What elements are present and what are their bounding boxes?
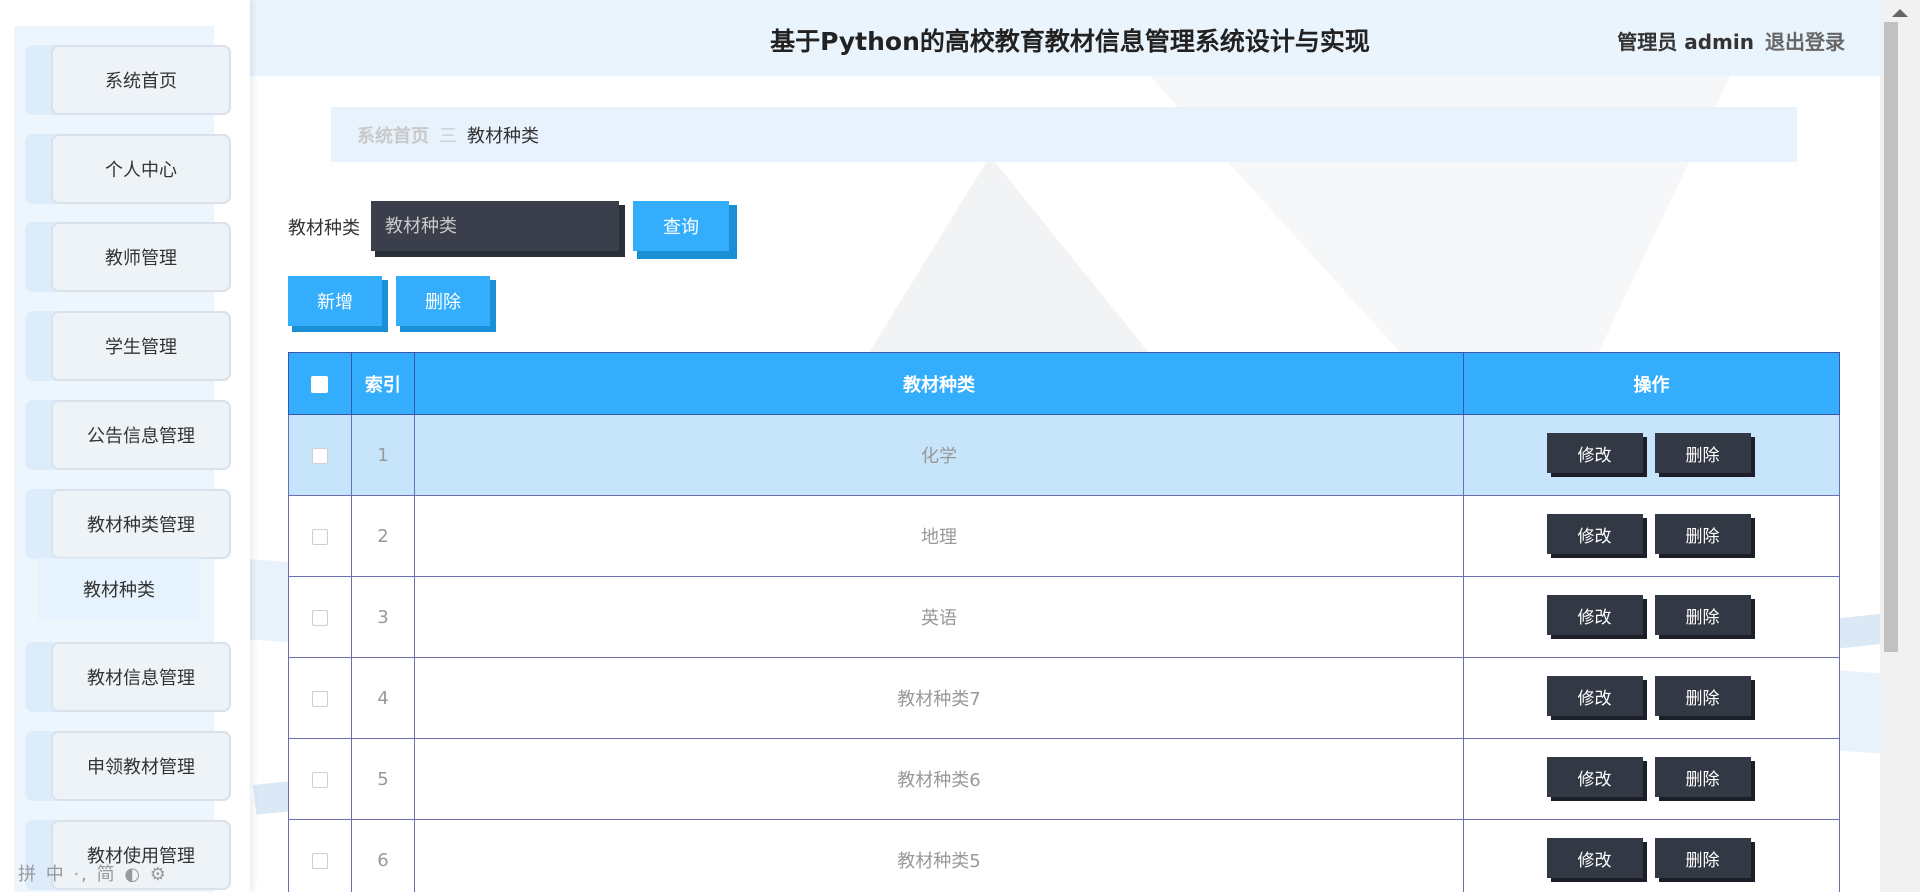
breadcrumb-home[interactable]: 系统首页	[357, 122, 429, 148]
sidebar-item-label: 公告信息管理	[51, 400, 231, 470]
page-scrollbar[interactable]	[1880, 0, 1920, 892]
sidebar-item-label: 教师管理	[51, 222, 231, 292]
row-checkbox[interactable]	[311, 852, 328, 869]
sidebar-item-label: 个人中心	[51, 134, 231, 204]
category-table: 索引 教材种类 操作 1 化学 修改 删除 2 地理 修改 删除 3 英语 修改…	[288, 352, 1840, 892]
submenu-item-textbook-category[interactable]: 教材种类	[38, 558, 200, 620]
row-name: 教材种类5	[413, 819, 1465, 892]
row-index: 4	[350, 657, 415, 739]
sidebar: 系统首页 个人中心 教师管理 学生管理 公告信息管理 教材种类管理 教材种类 教…	[0, 0, 250, 892]
row-name: 教材种类7	[413, 657, 1465, 739]
column-header-ops: 操作	[1463, 352, 1840, 415]
sidebar-item-profile[interactable]: 个人中心	[25, 134, 231, 204]
search-button[interactable]: 查询	[633, 201, 737, 259]
row-checkbox[interactable]	[311, 528, 328, 545]
column-header-index: 索引	[350, 352, 415, 415]
sidebar-item-label: 申领教材管理	[51, 731, 231, 801]
row-index: 6	[350, 819, 415, 892]
row-checkbox[interactable]	[311, 609, 328, 626]
table-header-row: 索引 教材种类 操作	[288, 352, 1840, 415]
row-name: 英语	[413, 576, 1465, 658]
search-input[interactable]	[371, 201, 619, 251]
search-input-wrapper	[371, 201, 625, 257]
select-all-cell	[288, 352, 352, 415]
sidebar-item-textbook-info[interactable]: 教材信息管理	[25, 642, 231, 712]
breadcrumb-current: 教材种类	[467, 125, 539, 147]
ime-toolbar: 拼 中 ·, 简 ◐ ⚙	[18, 864, 168, 885]
table-row[interactable]: 3 英语 修改 删除	[288, 576, 1840, 658]
scrollbar-thumb[interactable]	[1884, 22, 1898, 652]
select-all-checkbox[interactable]	[311, 375, 329, 393]
bulk-delete-button[interactable]: 删除	[396, 276, 498, 332]
row-index: 2	[350, 495, 415, 577]
scroll-up-arrow-icon[interactable]	[1880, 4, 1920, 22]
table-row[interactable]: 2 地理 修改 删除	[288, 495, 1840, 577]
column-header-name: 教材种类	[413, 352, 1465, 415]
current-user: 管理员 admin	[1617, 30, 1754, 54]
add-button-label: 新增	[288, 276, 382, 326]
search-label: 教材种类	[288, 218, 360, 239]
table-row[interactable]: 1 化学 修改 删除	[288, 414, 1840, 496]
row-checkbox[interactable]	[311, 447, 328, 464]
sidebar-item-label: 学生管理	[51, 311, 231, 381]
search-button-label: 查询	[633, 201, 729, 251]
row-index: 1	[350, 414, 415, 496]
add-button[interactable]: 新增	[288, 276, 390, 332]
header: 基于Python的高校教育教材信息管理系统设计与实现 管理员 admin 退出登…	[250, 0, 1880, 76]
table-row[interactable]: 4 教材种类7 修改 删除	[288, 657, 1840, 739]
breadcrumb-separator: 三	[439, 125, 457, 147]
breadcrumb: 系统首页 三 教材种类	[331, 107, 1797, 162]
sidebar-item-students[interactable]: 学生管理	[25, 311, 231, 381]
sidebar-item-teachers[interactable]: 教师管理	[25, 222, 231, 292]
bulk-delete-button-label: 删除	[396, 276, 490, 326]
table-row[interactable]: 6 教材种类5 修改 删除	[288, 819, 1840, 892]
sidebar-item-label: 教材种类管理	[51, 489, 231, 559]
sidebar-item-home[interactable]: 系统首页	[25, 45, 231, 115]
row-checkbox[interactable]	[311, 690, 328, 707]
sidebar-item-announcements[interactable]: 公告信息管理	[25, 400, 231, 470]
sidebar-item-textbook-categories[interactable]: 教材种类管理	[25, 489, 231, 559]
row-name: 教材种类6	[413, 738, 1465, 820]
sidebar-item-label: 系统首页	[51, 45, 231, 115]
sidebar-item-label: 教材信息管理	[51, 642, 231, 712]
row-index: 3	[350, 576, 415, 658]
row-name: 地理	[413, 495, 1465, 577]
table-row[interactable]: 5 教材种类6 修改 删除	[288, 738, 1840, 820]
logout-link[interactable]: 退出登录	[1765, 26, 1845, 55]
sidebar-item-textbook-requests[interactable]: 申领教材管理	[25, 731, 231, 801]
row-name: 化学	[413, 414, 1465, 496]
row-index: 5	[350, 738, 415, 820]
row-checkbox[interactable]	[311, 771, 328, 788]
